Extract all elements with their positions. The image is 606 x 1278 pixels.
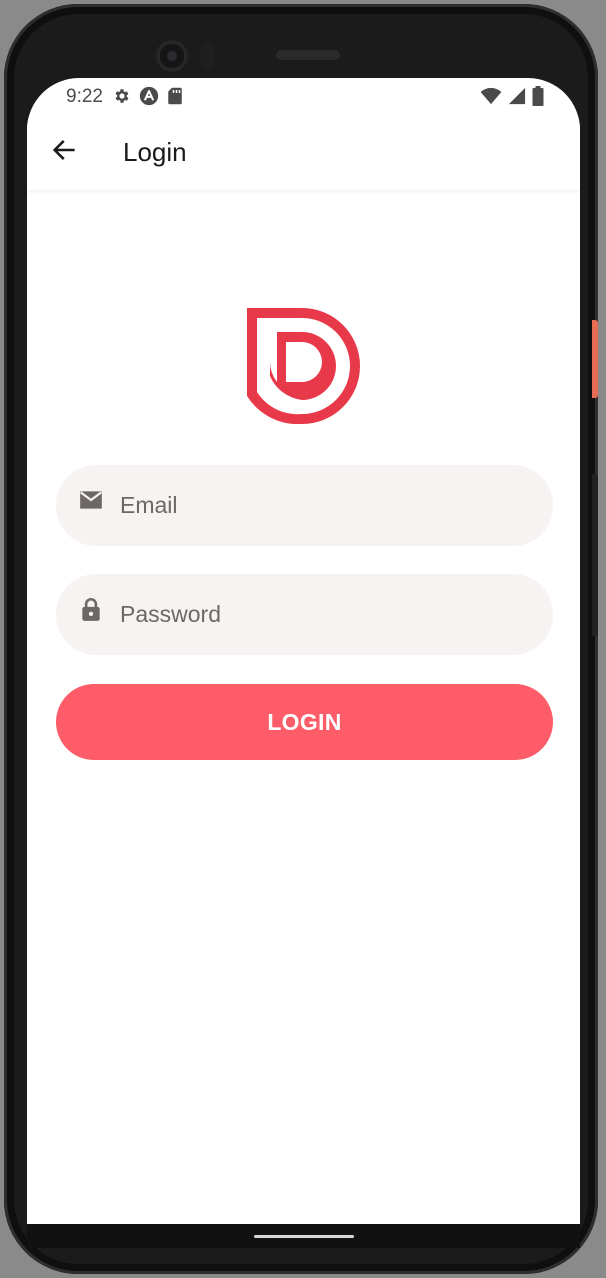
- status-bar: 9:22: [27, 78, 580, 116]
- battery-icon: [532, 86, 544, 106]
- email-input[interactable]: [120, 465, 530, 546]
- volume-button: [592, 474, 598, 636]
- password-field[interactable]: [56, 574, 553, 655]
- system-nav-bar: [27, 1224, 580, 1248]
- password-input[interactable]: [120, 574, 530, 655]
- app-bar: Login: [27, 116, 580, 191]
- front-camera: [156, 40, 188, 72]
- arrow-left-icon: [52, 140, 75, 160]
- lock-icon: [82, 598, 100, 621]
- email-field[interactable]: [56, 465, 553, 546]
- proximity-sensor: [200, 42, 214, 70]
- signal-icon: [508, 87, 526, 105]
- wifi-icon: [480, 87, 502, 105]
- a-badge-icon: [139, 86, 159, 106]
- status-icons-right: [480, 86, 544, 106]
- logo-icon: [247, 308, 360, 425]
- mail-icon: [80, 491, 102, 509]
- login-button[interactable]: LOGIN: [56, 684, 553, 760]
- status-time: 9:22: [66, 86, 103, 107]
- back-button[interactable]: [47, 133, 81, 167]
- earpiece-speaker: [276, 50, 340, 60]
- d-brand-logo: [247, 308, 361, 425]
- page-title: Login: [123, 137, 187, 167]
- status-icons-left: [113, 86, 183, 106]
- sd-card-icon: [168, 87, 182, 105]
- gear-icon: [115, 89, 129, 103]
- screen: 9:22 Login Email LOGIN: [27, 78, 580, 1248]
- home-handle[interactable]: [254, 1235, 354, 1238]
- power-button: [592, 320, 598, 398]
